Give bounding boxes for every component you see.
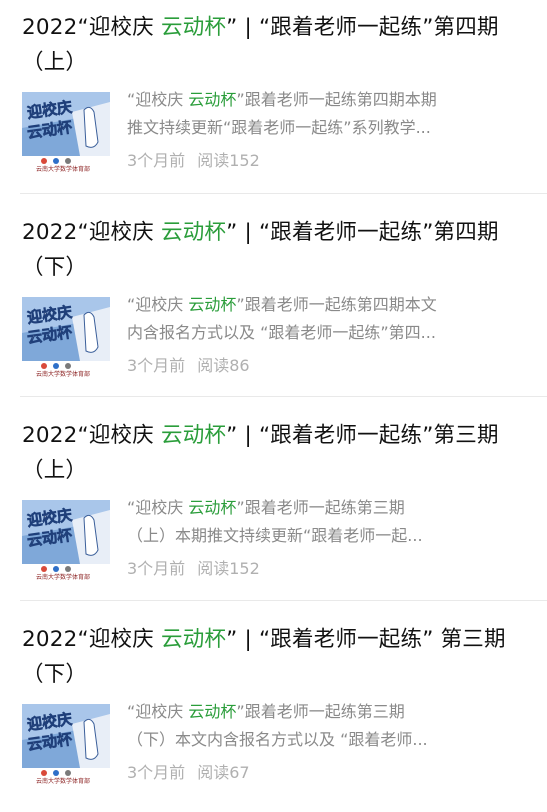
summary-line-2: （下）本文内含报名方式以及 “跟着老师... xyxy=(127,730,428,749)
summary-line-1: “迎校庆 云动杯”跟着老师一起练第三期 xyxy=(127,698,522,726)
summary-rest: ”跟着老师一起练第三期 xyxy=(236,498,405,517)
summary-highlight: 云动杯 xyxy=(188,498,237,517)
title-highlight: 云动杯 xyxy=(161,627,227,652)
summary-prefix: “迎校庆 xyxy=(127,295,189,314)
summary-prefix: “迎校庆 xyxy=(127,498,189,517)
title-highlight: 云动杯 xyxy=(161,220,227,245)
read-value: 67 xyxy=(229,763,250,782)
poster-caption: 云南大学数学体育部 xyxy=(36,165,90,173)
title-prefix: 2022“迎校庆 xyxy=(22,423,161,448)
article-summary: “迎校庆 云动杯”跟着老师一起练第三期 （下）本文内含报名方式以及 “跟着老师.… xyxy=(127,698,522,754)
summary-line-2: （上）本期推文持续更新“跟着老师一起... xyxy=(127,526,423,545)
article-summary: “迎校庆 云动杯”跟着老师一起练第三期 （上）本期推文持续更新“跟着老师一起..… xyxy=(127,494,522,550)
article-card[interactable]: 2022“迎校庆 云动杯” | “跟着老师一起练”第四期（上） 迎校庆 云动杯 … xyxy=(0,0,547,200)
title-prefix: 2022“迎校庆 xyxy=(22,627,161,652)
article-summary: “迎校庆 云动杯”跟着老师一起练第四期本期 推文持续更新“跟着老师一起练”系列教… xyxy=(127,86,522,142)
summary-line-1: “迎校庆 云动杯”跟着老师一起练第四期本文 xyxy=(127,291,522,319)
summary-line-2: 内含报名方式以及 “跟着老师一起练”第四... xyxy=(127,323,436,342)
read-value: 86 xyxy=(229,356,250,375)
article-title[interactable]: 2022“迎校庆 云动杯” | “跟着老师一起练”第四期（上） xyxy=(22,10,537,80)
title-highlight: 云动杯 xyxy=(161,15,227,40)
read-count: 阅读152 xyxy=(197,151,260,170)
read-label: 阅读 xyxy=(197,559,230,578)
poster-image: 迎校庆 云动杯 云南大学数学体育部 xyxy=(22,500,110,583)
read-label: 阅读 xyxy=(197,151,230,170)
read-count: 阅读152 xyxy=(197,559,260,578)
publish-time: 3个月前 xyxy=(127,763,186,782)
publish-time: 3个月前 xyxy=(127,151,186,170)
article-card[interactable]: 2022“迎校庆 云动杯” | “跟着老师一起练”第四期（下） 迎校庆 云动杯 … xyxy=(0,193,547,405)
summary-line-1: “迎校庆 云动杯”跟着老师一起练第三期 xyxy=(127,494,522,522)
summary-rest: ”跟着老师一起练第四期本期 xyxy=(236,90,437,109)
title-highlight: 云动杯 xyxy=(161,423,227,448)
publish-time: 3个月前 xyxy=(127,559,186,578)
poster-caption: 云南大学数学体育部 xyxy=(36,573,90,581)
article-meta: 3个月前 阅读152 xyxy=(127,557,260,581)
summary-highlight: 云动杯 xyxy=(188,90,237,109)
article-thumbnail[interactable]: 迎校庆 云动杯 云南大学数学体育部 xyxy=(22,92,110,175)
article-meta: 3个月前 阅读152 xyxy=(127,149,260,173)
read-label: 阅读 xyxy=(197,763,230,782)
summary-prefix: “迎校庆 xyxy=(127,702,189,721)
summary-line-1: “迎校庆 云动杯”跟着老师一起练第四期本期 xyxy=(127,86,522,114)
read-count: 阅读86 xyxy=(197,356,249,375)
article-meta: 3个月前 阅读67 xyxy=(127,761,250,785)
summary-highlight: 云动杯 xyxy=(188,702,237,721)
read-value: 152 xyxy=(229,559,260,578)
article-thumbnail[interactable]: 迎校庆 云动杯 云南大学数学体育部 xyxy=(22,297,110,380)
poster-image: 迎校庆 云动杯 云南大学数学体育部 xyxy=(22,704,110,787)
article-thumbnail[interactable]: 迎校庆 云动杯 云南大学数学体育部 xyxy=(22,704,110,787)
summary-highlight: 云动杯 xyxy=(188,295,237,314)
read-value: 152 xyxy=(229,151,260,170)
article-summary: “迎校庆 云动杯”跟着老师一起练第四期本文 内含报名方式以及 “跟着老师一起练”… xyxy=(127,291,522,347)
poster-image: 迎校庆 云动杯 云南大学数学体育部 xyxy=(22,92,110,175)
read-count: 阅读67 xyxy=(197,763,249,782)
title-prefix: 2022“迎校庆 xyxy=(22,220,161,245)
poster-image: 迎校庆 云动杯 云南大学数学体育部 xyxy=(22,297,110,380)
article-feed: 2022“迎校庆 云动杯” | “跟着老师一起练”第四期（上） 迎校庆 云动杯 … xyxy=(0,0,547,787)
read-label: 阅读 xyxy=(197,356,230,375)
poster-caption: 云南大学数学体育部 xyxy=(36,777,90,785)
title-prefix: 2022“迎校庆 xyxy=(22,15,161,40)
article-title[interactable]: 2022“迎校庆 云动杯” | “跟着老师一起练” 第三期（下） xyxy=(22,622,537,692)
article-title[interactable]: 2022“迎校庆 云动杯” | “跟着老师一起练”第四期（下） xyxy=(22,215,537,285)
article-title[interactable]: 2022“迎校庆 云动杯” | “跟着老师一起练”第三期（上） xyxy=(22,418,537,488)
publish-time: 3个月前 xyxy=(127,356,186,375)
summary-prefix: “迎校庆 xyxy=(127,90,189,109)
summary-line-2: 推文持续更新“跟着老师一起练”系列教学... xyxy=(127,118,431,137)
article-card[interactable]: 2022“迎校庆 云动杯” | “跟着老师一起练”第三期（上） 迎校庆 云动杯 … xyxy=(0,396,547,608)
article-card[interactable]: 2022“迎校庆 云动杯” | “跟着老师一起练” 第三期（下） 迎校庆 云动杯… xyxy=(0,600,547,812)
article-meta: 3个月前 阅读86 xyxy=(127,354,250,378)
summary-rest: ”跟着老师一起练第三期 xyxy=(236,702,405,721)
poster-caption: 云南大学数学体育部 xyxy=(36,370,90,378)
article-thumbnail[interactable]: 迎校庆 云动杯 云南大学数学体育部 xyxy=(22,500,110,583)
summary-rest: ”跟着老师一起练第四期本文 xyxy=(236,295,437,314)
